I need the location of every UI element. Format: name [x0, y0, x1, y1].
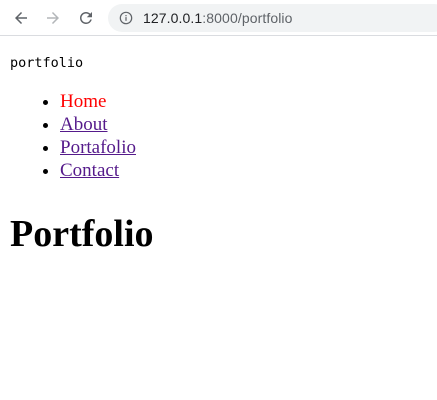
nav-link-portafolio[interactable]: Portafolio — [60, 137, 136, 158]
reload-icon — [80, 11, 92, 24]
reload-button[interactable] — [74, 6, 98, 30]
arrow-right-icon — [47, 12, 59, 24]
nav-link-home[interactable]: Home — [60, 91, 106, 112]
nav-link-contact[interactable]: Contact — [60, 160, 119, 181]
forward-button[interactable] — [41, 6, 65, 30]
arrow-left-icon — [15, 12, 27, 24]
nav-item-about: About — [60, 113, 136, 136]
site-brand: portfolio — [10, 55, 84, 71]
nav-item-portafolio: Portafolio — [60, 136, 136, 159]
info-icon[interactable] — [118, 10, 134, 26]
nav-item-home: Home — [60, 90, 136, 113]
nav-link-about[interactable]: About — [60, 114, 108, 135]
nav-menu: Home About Portafolio Contact — [0, 90, 136, 182]
page-title: Portfolio — [10, 213, 154, 255]
url-text[interactable]: 127.0.0.1:8000/portfolio — [143, 10, 293, 26]
browser-toolbar: 127.0.0.1:8000/portfolio — [0, 0, 437, 36]
url-path: :8000/portfolio — [202, 10, 293, 26]
address-bar[interactable]: 127.0.0.1:8000/portfolio — [108, 4, 437, 32]
back-button[interactable] — [9, 6, 33, 30]
nav-item-contact: Contact — [60, 159, 136, 182]
page-content: portfolio Home About Portafolio Contact … — [0, 37, 437, 400]
url-host: 127.0.0.1 — [143, 10, 203, 26]
